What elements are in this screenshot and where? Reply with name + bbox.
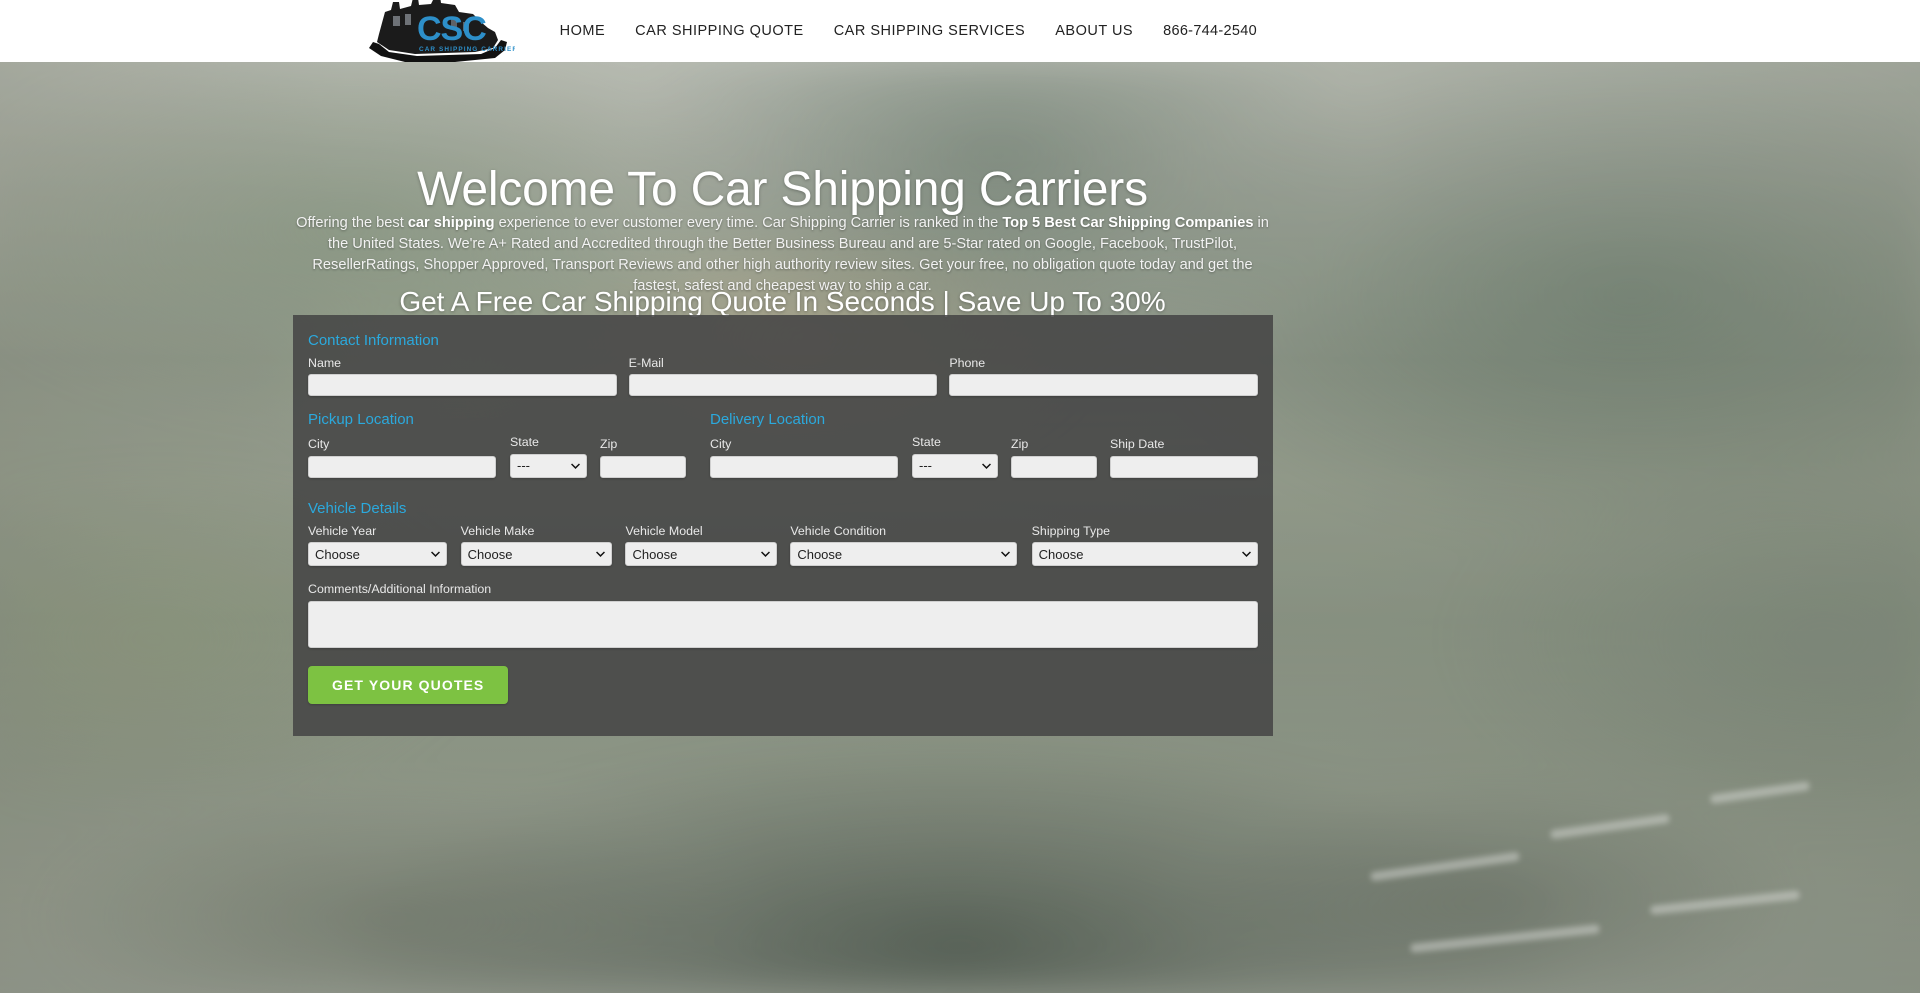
pickup-zip-input[interactable] <box>600 455 686 478</box>
page-title: Welcome To Car Shipping Carriers <box>417 163 1148 217</box>
field-pickup-state: State --- <box>510 435 587 478</box>
field-pickup-zip: Zip <box>600 437 686 478</box>
delivery-zip-label: Zip <box>1011 437 1029 452</box>
vehicle-year-select[interactable]: Choose <box>308 542 447 567</box>
vehicle-row: Vehicle Year Choose Vehicle Make Choose … <box>308 523 1259 567</box>
vehicle-condition-label: Vehicle Condition <box>790 523 887 538</box>
hero-section: Welcome To Car Shipping Carriers Offerin… <box>0 62 1920 993</box>
vehicle-model-label: Vehicle Model <box>625 523 703 538</box>
comments-textarea[interactable] <box>308 600 1258 648</box>
ship-date-label: Ship Date <box>1110 437 1165 452</box>
delivery-zip-input[interactable] <box>1011 455 1097 478</box>
nav-item-phone[interactable]: 866-744-2540 <box>1148 23 1275 39</box>
email-input[interactable] <box>628 374 938 397</box>
field-shipping-type: Shipping Type Choose <box>1031 523 1259 567</box>
section-heading-contact: Contact Information <box>308 332 439 349</box>
delivery-state-label: State <box>912 435 941 450</box>
quote-form-panel: Contact Information Name E-Mail Phone Pi… <box>293 315 1273 736</box>
field-name: Name <box>308 356 617 397</box>
ship-date-input[interactable] <box>1110 455 1258 478</box>
hero-paragraph-bold1: car shipping <box>407 214 495 231</box>
section-heading-pickup: Pickup Location <box>308 411 414 429</box>
field-delivery-city: City <box>710 437 898 478</box>
vehicle-make-select[interactable]: Choose <box>460 542 613 567</box>
pickup-state-label: State <box>510 435 539 450</box>
header-inner: CSC CAR SHIPPING CARRIERS HOME CAR SHIPP… <box>290 0 1275 62</box>
location-legends-row: Pickup Location Delivery Location <box>308 412 1258 436</box>
nav-item-car-shipping-services[interactable]: CAR SHIPPING SERVICES <box>819 23 1041 39</box>
delivery-city-input[interactable] <box>710 455 898 478</box>
vehicle-model-select[interactable]: Choose <box>625 542 778 567</box>
location-row: City State --- Zip City State --- Zip Sh… <box>308 435 1258 478</box>
field-vehicle-condition: Vehicle Condition Choose <box>790 523 1017 567</box>
section-heading-vehicle: Vehicle Details <box>308 499 407 517</box>
comments-label: Comments/Additional Information <box>308 582 492 597</box>
nav-item-car-shipping-quote[interactable]: CAR SHIPPING QUOTE <box>620 23 819 39</box>
field-vehicle-model: Vehicle Model Choose <box>625 523 778 567</box>
pickup-city-input[interactable] <box>308 455 496 478</box>
site-header: CSC CAR SHIPPING CARRIERS HOME CAR SHIPP… <box>0 0 1920 62</box>
delivery-state-select[interactable]: --- <box>912 453 998 478</box>
pickup-state-select[interactable]: --- <box>510 453 587 478</box>
hero-paragraph-bold2: Top 5 Best Car Shipping Companies <box>1002 214 1254 231</box>
contact-row: Name E-Mail Phone <box>308 356 1259 397</box>
field-phone: Phone <box>949 356 1259 397</box>
field-vehicle-year: Vehicle Year Choose <box>308 523 447 567</box>
shipping-type-select[interactable]: Choose <box>1031 542 1259 567</box>
vehicle-make-label: Vehicle Make <box>460 523 535 538</box>
field-pickup-city: City <box>308 437 496 478</box>
get-your-quotes-button[interactable]: Get Your Quotes <box>308 665 509 704</box>
svg-text:CSC: CSC <box>417 10 486 48</box>
nav-item-about-us[interactable]: ABOUT US <box>1040 23 1148 39</box>
field-delivery-state: State --- <box>912 435 998 478</box>
pickup-zip-label: Zip <box>600 437 618 452</box>
email-label: E-Mail <box>628 356 664 370</box>
hero-content: Welcome To Car Shipping Carriers Offerin… <box>290 62 1275 993</box>
pickup-city-label: City <box>308 437 330 452</box>
shipping-type-label: Shipping Type <box>1031 523 1110 538</box>
vehicle-year-label: Vehicle Year <box>308 523 377 538</box>
name-input[interactable] <box>308 374 617 397</box>
hero-subtitle: Get A Free Car Shipping Quote In Seconds… <box>399 286 1166 318</box>
field-comments: Comments/Additional Information <box>308 582 1258 648</box>
csc-logo-icon: CSC CAR SHIPPING CARRIERS <box>369 0 515 62</box>
field-vehicle-make: Vehicle Make Choose <box>460 523 613 567</box>
csc-logo[interactable]: CSC CAR SHIPPING CARRIERS <box>355 0 515 68</box>
nav-item-home[interactable]: HOME <box>545 23 621 39</box>
field-email: E-Mail <box>628 356 938 397</box>
hero-paragraph-part2: experience to ever customer every time. … <box>494 214 1003 231</box>
svg-text:CAR SHIPPING CARRIERS: CAR SHIPPING CARRIERS <box>419 46 515 53</box>
vehicle-condition-select[interactable]: Choose <box>790 542 1017 567</box>
field-delivery-zip: Zip <box>1011 437 1097 478</box>
field-ship-date: Ship Date <box>1110 437 1258 478</box>
main-nav: HOME CAR SHIPPING QUOTE CAR SHIPPING SER… <box>545 0 1275 62</box>
delivery-city-label: City <box>710 437 732 452</box>
phone-label: Phone <box>949 356 986 370</box>
phone-input[interactable] <box>949 374 1259 397</box>
section-heading-delivery: Delivery Location <box>710 411 826 429</box>
hero-paragraph-part1: Offering the best <box>296 214 408 231</box>
name-label: Name <box>308 356 342 370</box>
